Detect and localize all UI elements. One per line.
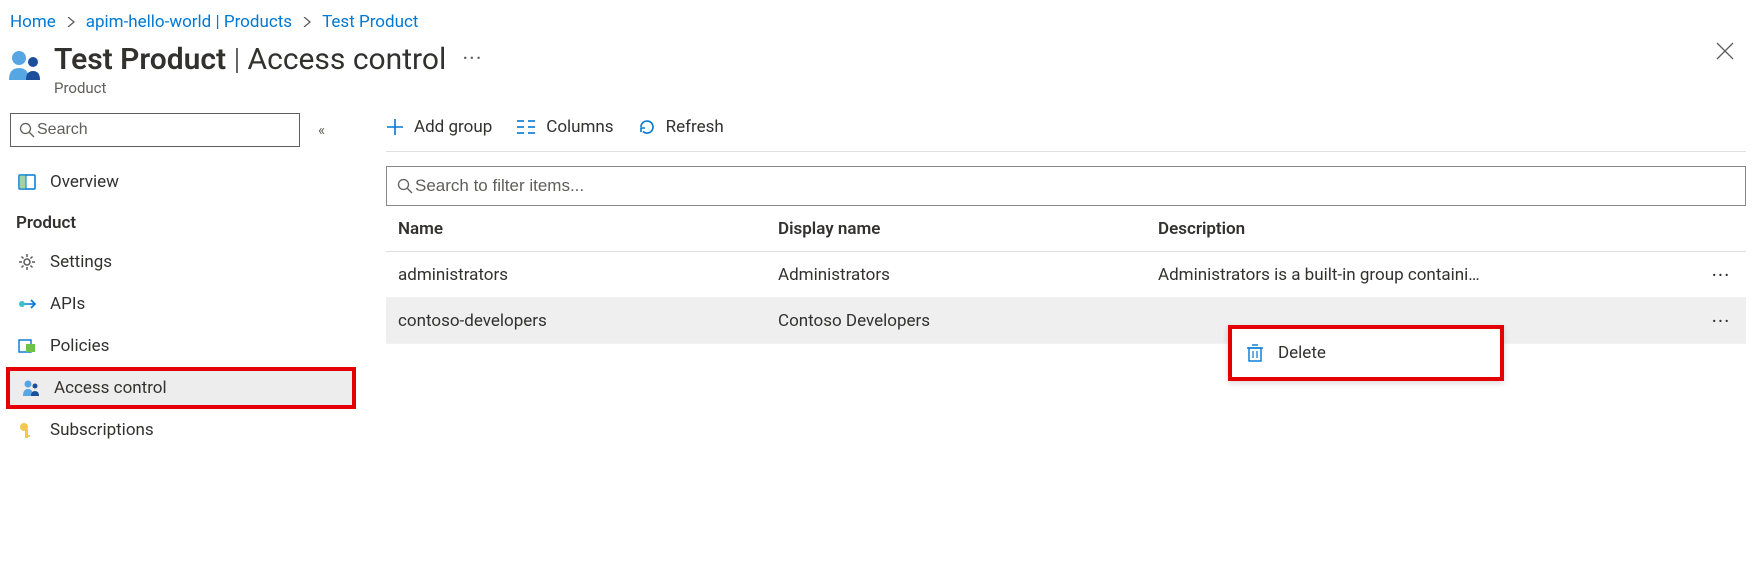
- filter-input[interactable]: [413, 175, 1735, 197]
- columns-icon: [516, 119, 536, 135]
- collapse-icon[interactable]: «: [318, 121, 321, 139]
- people-icon: [6, 46, 44, 84]
- title-separator: |: [234, 42, 248, 77]
- page-title-sub: Access control: [248, 42, 447, 77]
- people-icon: [20, 377, 42, 399]
- context-menu-delete[interactable]: Delete: [1228, 325, 1504, 381]
- overview-icon: [16, 171, 38, 193]
- toolbar-label: Add group: [414, 117, 492, 137]
- chevron-right-icon: [302, 17, 312, 27]
- refresh-icon: [638, 118, 656, 136]
- groups-table: Name Display name Description administra…: [386, 206, 1746, 344]
- columns-button[interactable]: Columns: [516, 117, 613, 137]
- breadcrumb: Home apim-hello-world | Products Test Pr…: [0, 0, 1756, 38]
- content-area: Add group Columns: [356, 113, 1756, 344]
- sidebar-item-policies[interactable]: Policies: [6, 325, 356, 367]
- more-icon[interactable]: ···: [462, 47, 482, 72]
- toolbar-label: Columns: [546, 117, 613, 137]
- search-icon: [19, 122, 35, 138]
- sidebar-item-label: Settings: [50, 252, 112, 272]
- cell-name: contoso-developers: [398, 311, 778, 331]
- sidebar-item-overview[interactable]: Overview: [6, 161, 356, 203]
- table-row[interactable]: contoso-developers Contoso Developers ··…: [386, 298, 1746, 344]
- col-name[interactable]: Name: [398, 219, 778, 239]
- sidebar-item-apis[interactable]: APIs: [6, 283, 356, 325]
- cell-description: Administrators is a built-in group conta…: [1158, 265, 1696, 285]
- sidebar-item-label: Overview: [50, 172, 119, 192]
- sidebar-item-label: APIs: [50, 294, 85, 314]
- cell-name: administrators: [398, 265, 778, 285]
- sidebar-search[interactable]: [10, 113, 300, 147]
- row-more-icon[interactable]: ···: [1696, 263, 1746, 287]
- page-title-main: Test Product: [54, 42, 226, 77]
- close-icon[interactable]: [1704, 42, 1746, 60]
- page-header: Test Product | Access control ··· Produc…: [0, 38, 1756, 107]
- toolbar: Add group Columns: [386, 113, 1746, 152]
- col-display[interactable]: Display name: [778, 219, 1158, 239]
- breadcrumb-item-products[interactable]: apim-hello-world | Products: [86, 12, 292, 32]
- cell-display: Contoso Developers: [778, 311, 1158, 331]
- sidebar-item-access-control[interactable]: Access control: [6, 367, 356, 409]
- trash-icon: [1246, 343, 1264, 363]
- plus-icon: [386, 118, 404, 136]
- context-menu-label: Delete: [1278, 343, 1326, 363]
- refresh-button[interactable]: Refresh: [638, 117, 724, 137]
- table-header: Name Display name Description: [386, 206, 1746, 252]
- breadcrumb-item-home[interactable]: Home: [10, 12, 56, 32]
- search-icon: [397, 178, 413, 194]
- gear-icon: [16, 251, 38, 273]
- toolbar-label: Refresh: [666, 117, 724, 137]
- page-subtitle: Product: [54, 79, 1704, 97]
- sidebar-search-input[interactable]: [35, 120, 291, 140]
- policies-icon: [16, 335, 38, 357]
- api-icon: [16, 293, 38, 315]
- key-icon: [16, 419, 38, 441]
- filter-search[interactable]: [386, 166, 1746, 206]
- sidebar-item-settings[interactable]: Settings: [6, 241, 356, 283]
- sidebar-heading-product: Product: [6, 203, 356, 241]
- sidebar-item-label: Access control: [54, 378, 167, 398]
- col-description[interactable]: Description: [1158, 219, 1696, 239]
- sidebar-item-label: Subscriptions: [50, 420, 154, 440]
- sidebar-item-subscriptions[interactable]: Subscriptions: [6, 409, 356, 451]
- sidebar-item-label: Policies: [50, 336, 109, 356]
- cell-display: Administrators: [778, 265, 1158, 285]
- row-more-icon[interactable]: ···: [1696, 309, 1746, 333]
- add-group-button[interactable]: Add group: [386, 117, 492, 137]
- table-row[interactable]: administrators Administrators Administra…: [386, 252, 1746, 298]
- chevron-right-icon: [66, 17, 76, 27]
- breadcrumb-item-test-product[interactable]: Test Product: [322, 12, 418, 32]
- sidebar: « Overview Product Settings APIs Po: [6, 113, 356, 451]
